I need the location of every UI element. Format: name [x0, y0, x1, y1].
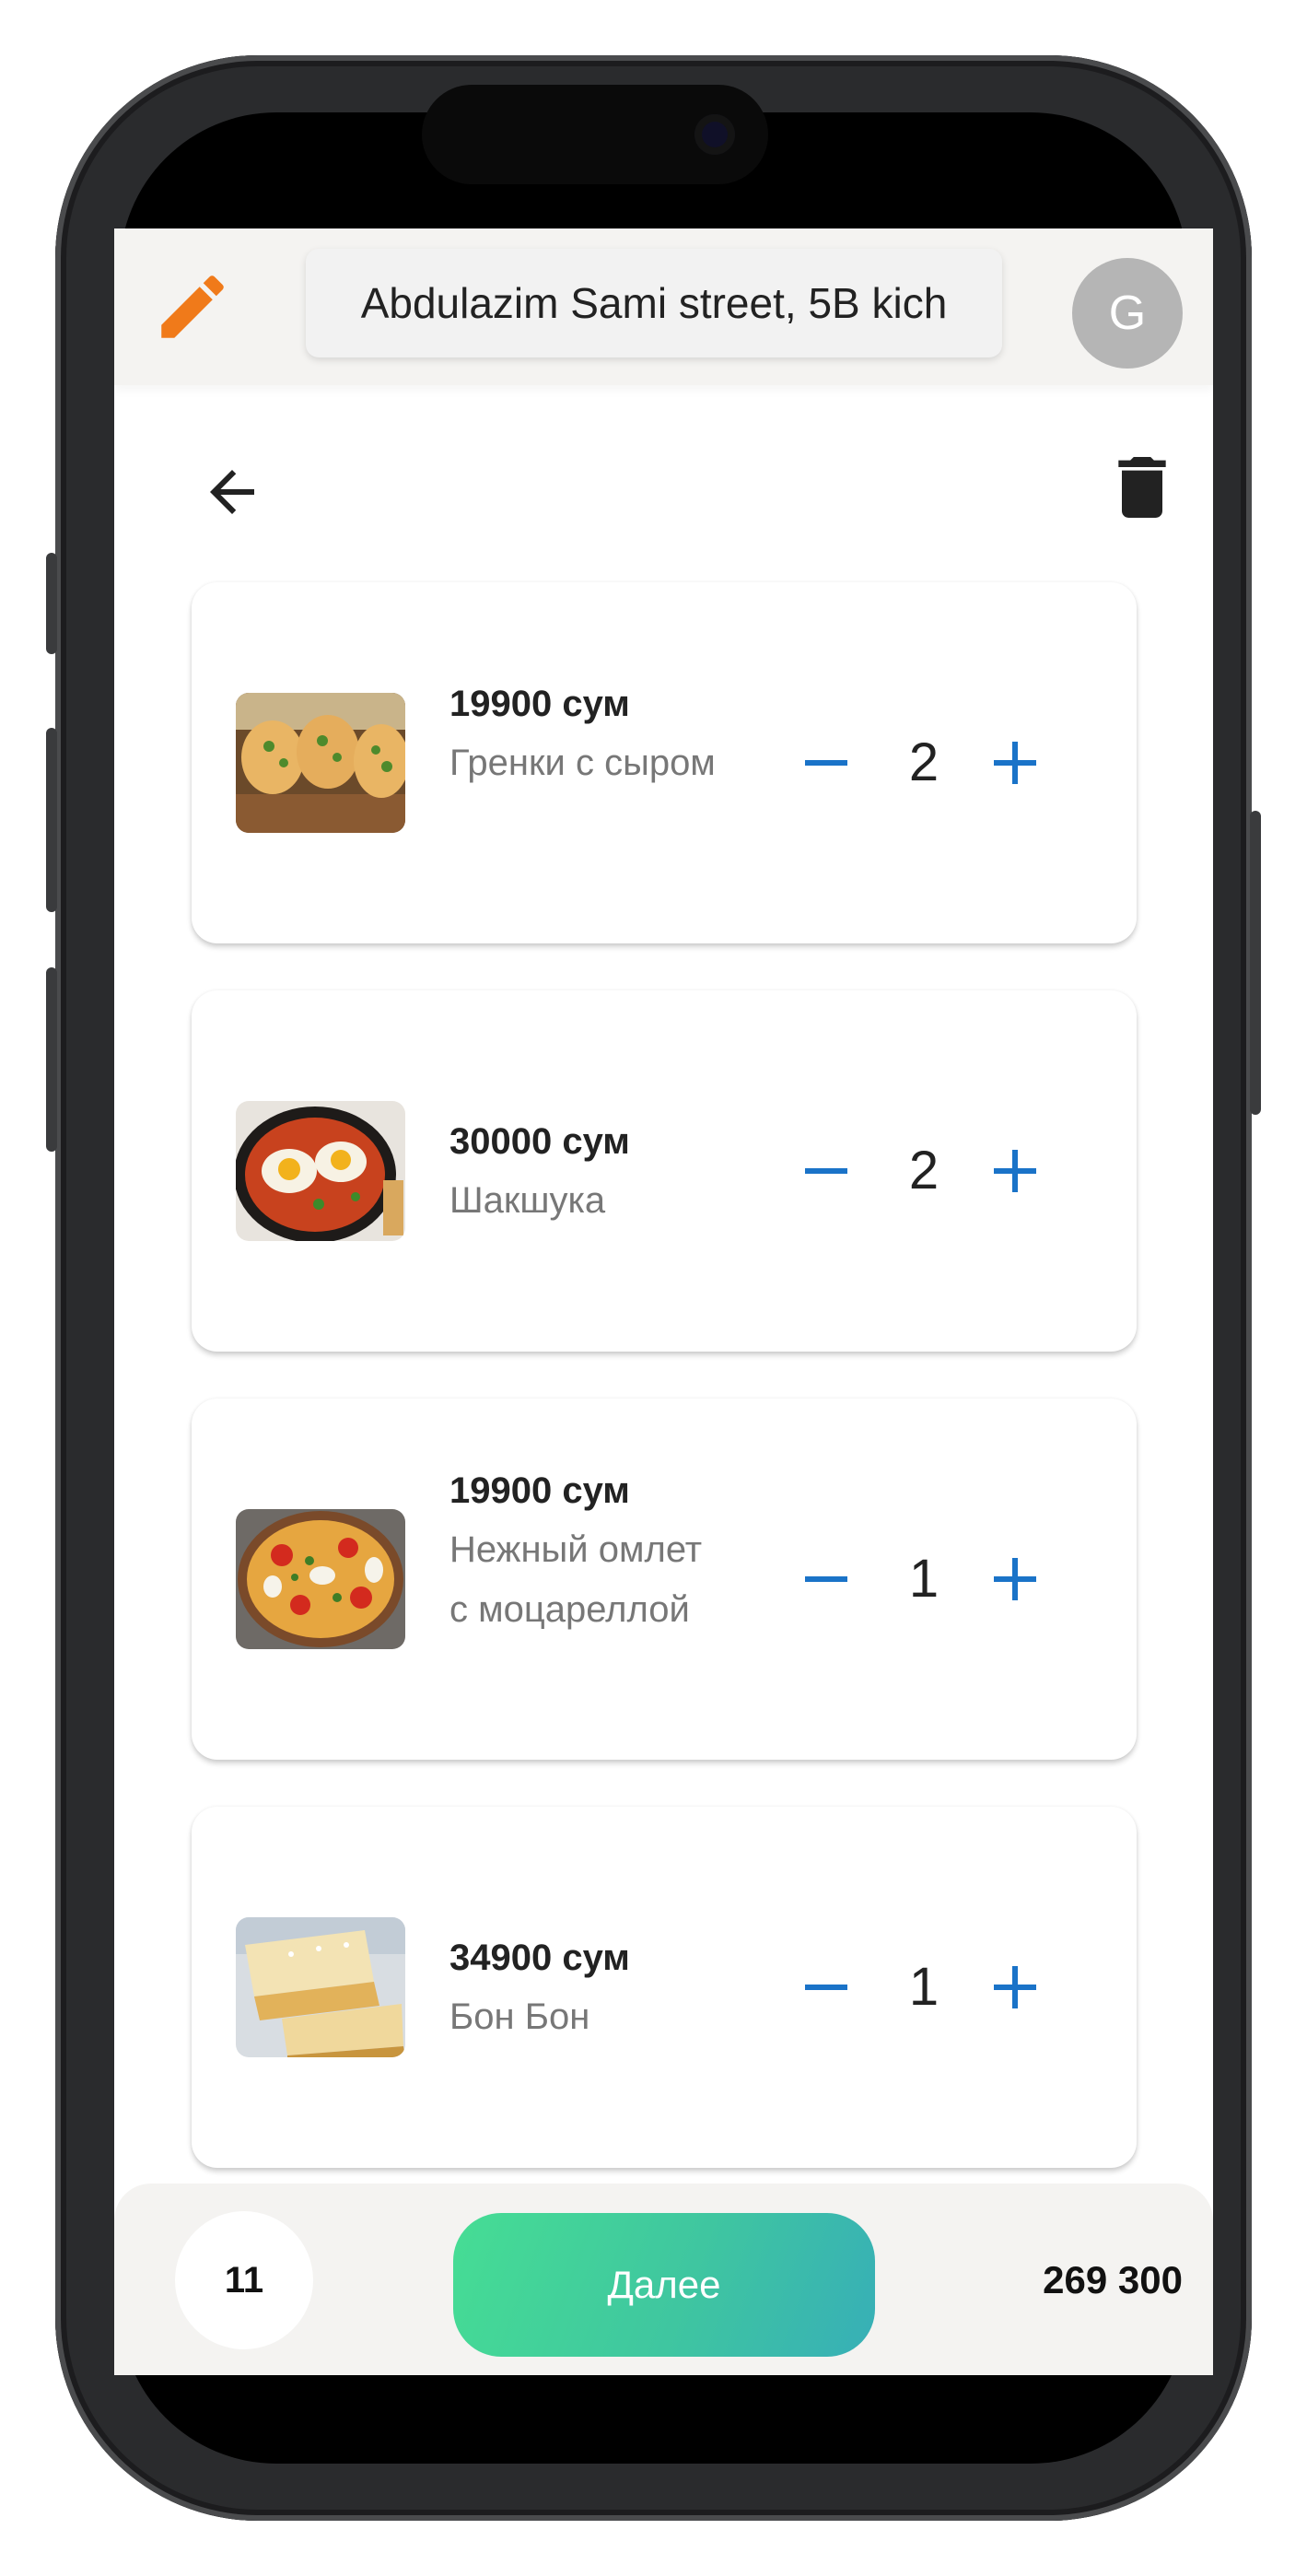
minus-icon[interactable] — [799, 1134, 855, 1208]
quantity-value: 1 — [908, 1549, 939, 1609]
minus-icon[interactable] — [799, 1542, 855, 1616]
app-screen: Abdulazim Sami street, 5B kich G 19900 с… — [114, 228, 1213, 2375]
quantity-value: 1 — [908, 1957, 939, 2017]
camera-lens — [694, 114, 735, 155]
cart-item-card: 19900 сум Нежный омлет с моцареллой 1 — [192, 1399, 1137, 1760]
address-field[interactable]: Abdulazim Sami street, 5B kich — [306, 249, 1002, 357]
phone-action-button — [46, 553, 57, 654]
minus-icon[interactable] — [799, 726, 855, 800]
item-photo-garlic-toast — [236, 693, 405, 833]
item-photo-omelette — [236, 1509, 405, 1649]
minus-icon[interactable] — [799, 1950, 855, 2024]
phone-power-button — [1250, 811, 1261, 1115]
cart-item-card: 19900 сум Гренки с сыром 2 — [192, 582, 1137, 943]
quantity-stepper: 1 — [799, 1950, 1076, 2024]
header: Abdulazim Sami street, 5B kich G — [114, 228, 1213, 385]
item-name: Гренки с сыром — [449, 743, 716, 783]
item-price: 30000 сум — [449, 1121, 630, 1162]
item-name: Нежный омлет с моцареллой — [449, 1529, 703, 1630]
next-button[interactable]: Далее — [453, 2213, 875, 2357]
back-arrow-icon[interactable] — [199, 459, 265, 525]
item-name: Бон Бон — [449, 1996, 590, 2037]
plus-icon[interactable] — [988, 1134, 1044, 1208]
cart-item-card: 30000 сум Шакшука 2 — [192, 990, 1137, 1352]
quantity-stepper: 2 — [799, 1134, 1076, 1208]
edit-icon[interactable] — [151, 265, 234, 348]
item-price: 19900 сум — [449, 684, 630, 724]
cart-item-card: 34900 сум Бон Бон 1 — [192, 1807, 1137, 2168]
item-info: 34900 сум Бон Бон — [449, 1928, 717, 2047]
checkout-footer: 11 Далее 269 300 — [114, 2184, 1213, 2375]
item-photo-shakshuka — [236, 1101, 405, 1241]
item-count-badge: 11 — [175, 2211, 313, 2349]
item-photo-bon-bon — [236, 1917, 405, 2057]
plus-icon[interactable] — [988, 726, 1044, 800]
quantity-value: 2 — [908, 732, 939, 792]
plus-icon[interactable] — [988, 1950, 1044, 2024]
trash-icon[interactable] — [1118, 457, 1166, 518]
quantity-value: 2 — [908, 1141, 939, 1200]
item-price: 34900 сум — [449, 1938, 630, 1978]
phone-volume-down — [46, 967, 57, 1152]
quantity-stepper: 1 — [799, 1542, 1076, 1616]
item-info: 30000 сум Шакшука — [449, 1112, 717, 1231]
total-amount: 269 300 — [1043, 2258, 1183, 2301]
item-info: 19900 сум Гренки с сыром — [449, 674, 717, 793]
dynamic-island — [422, 85, 768, 184]
plus-icon[interactable] — [988, 1542, 1044, 1616]
item-price: 19900 сум — [449, 1470, 630, 1511]
item-info: 19900 сум Нежный омлет с моцареллой — [449, 1461, 717, 1640]
item-name: Шакшука — [449, 1180, 606, 1221]
quantity-stepper: 2 — [799, 726, 1076, 800]
phone-volume-up — [46, 728, 57, 912]
avatar[interactable]: G — [1072, 258, 1183, 369]
